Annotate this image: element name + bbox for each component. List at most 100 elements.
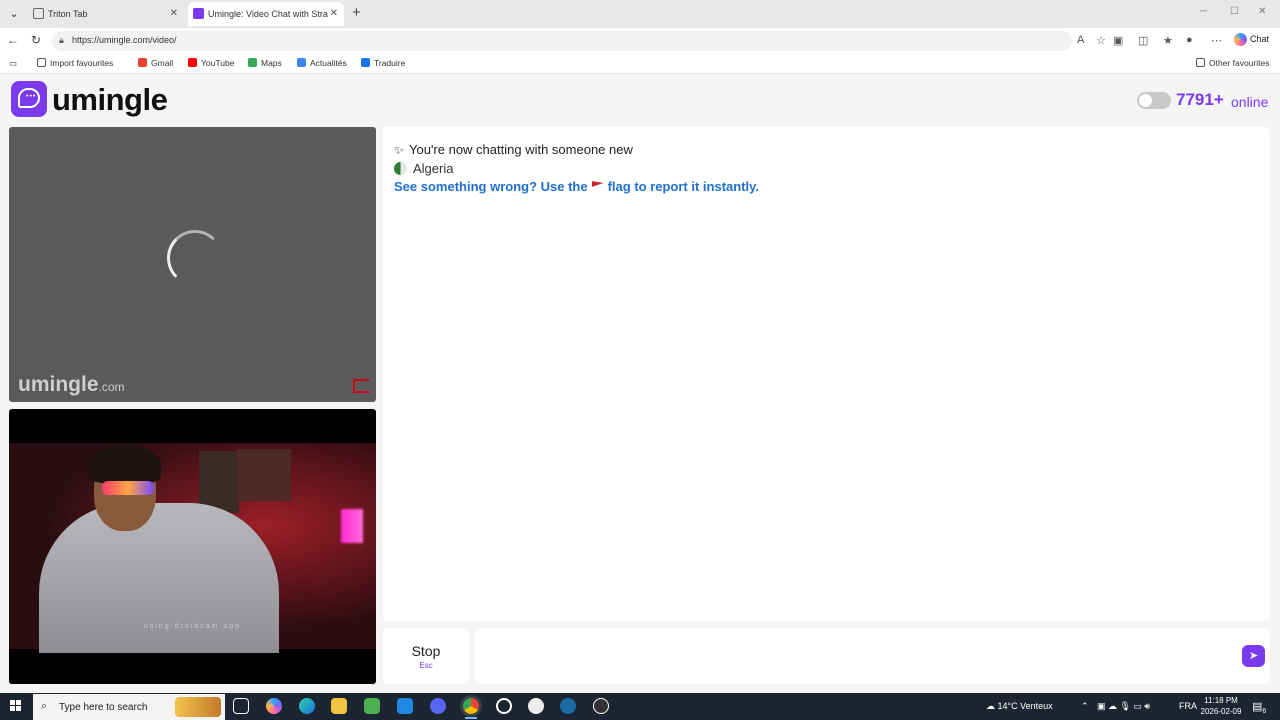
- close-icon[interactable]: ✕: [170, 2, 178, 26]
- message-text: See something wrong? Use the: [394, 179, 588, 194]
- stop-button-label: Stop: [411, 643, 441, 659]
- system-message-report: See something wrong? Use the flag to repo…: [394, 179, 759, 194]
- stop-button[interactable]: Stop Esc: [383, 628, 469, 684]
- report-flag-icon[interactable]: [353, 379, 369, 393]
- address-bar[interactable]: 🔒︎ https://umingle.com/video/: [52, 31, 1072, 51]
- tab-page-icon: [33, 8, 44, 19]
- copilot-taskbar-icon[interactable]: [266, 698, 282, 714]
- bookmarks-bar: ▭ Import favourites Gmail YouTube Maps A…: [0, 54, 1280, 74]
- windows-start-icon[interactable]: [10, 700, 22, 712]
- notification-count: 6: [1262, 708, 1267, 716]
- neon-lamp: [341, 509, 363, 543]
- taskbar-clock[interactable]: 11:18 PM 2026-02-09: [1198, 695, 1244, 717]
- close-icon[interactable]: ✕: [330, 2, 338, 26]
- site-logo-text[interactable]: umingle: [52, 82, 168, 118]
- favorite-star-icon[interactable]: ☆: [1096, 34, 1106, 47]
- tab-triton[interactable]: Triton Tab ✕: [28, 2, 184, 26]
- send-icon[interactable]: ➤: [1242, 645, 1265, 667]
- other-favourites[interactable]: Other favourites: [1196, 58, 1269, 68]
- tab-label: Umingle: Video Chat with Stra: [208, 9, 328, 19]
- algeria-flag-icon: [394, 162, 407, 175]
- lock-icon: 🔒︎: [59, 35, 64, 45]
- tab-bar: ⌄ Triton Tab ✕ Umingle: Video Chat with …: [0, 0, 1280, 28]
- chat-bubble-icon: •••: [18, 88, 40, 108]
- mail-icon[interactable]: [397, 698, 413, 714]
- split-screen-icon[interactable]: ◫: [1138, 34, 1148, 47]
- maximize-icon[interactable]: ☐: [1230, 6, 1239, 17]
- copilot-chat-button[interactable]: Chat: [1234, 33, 1269, 46]
- copilot-icon: [1234, 33, 1247, 46]
- bookmark-gmail[interactable]: Gmail: [138, 58, 173, 68]
- wall-poster: [237, 449, 291, 501]
- taskbar-search-box[interactable]: ⌕ Type here to search: [33, 694, 225, 720]
- country-name: Algeria: [413, 161, 454, 176]
- minimize-icon[interactable]: ─: [1200, 6, 1207, 17]
- bookmark-label: Traduire: [374, 58, 406, 68]
- message-text: flag to report it instantly.: [607, 179, 760, 194]
- more-menu-icon[interactable]: ⋯: [1211, 34, 1222, 47]
- notification-center-icon[interactable]: ▤6: [1252, 700, 1266, 715]
- message-input[interactable]: [475, 628, 1270, 684]
- app-icon[interactable]: [593, 698, 609, 714]
- file-explorer-icon[interactable]: [331, 698, 347, 714]
- clock-time: 11:18 PM: [1204, 696, 1238, 705]
- sunglasses: [102, 481, 154, 495]
- profile-icon[interactable]: ●: [1186, 34, 1193, 46]
- bookmark-maps[interactable]: Maps: [248, 58, 282, 68]
- discord-icon[interactable]: [430, 698, 446, 714]
- video-watermark: umingle.com: [18, 373, 125, 397]
- self-video: using droidcam app: [9, 409, 376, 684]
- language-indicator[interactable]: FRA: [1179, 701, 1197, 711]
- tab-umingle[interactable]: Umingle: Video Chat with Stra ✕: [188, 2, 344, 26]
- toggle-knob: [1139, 94, 1152, 107]
- new-tab-icon[interactable]: +: [352, 4, 361, 21]
- clock-date: 2026-02-09: [1200, 707, 1242, 716]
- weather-text: 14°C Venteux: [997, 701, 1053, 711]
- umingle-logo-icon[interactable]: •••: [11, 81, 47, 117]
- windows-taskbar: ⌕ Type here to search ☁︎ 14°C Venteux ⌃ …: [0, 693, 1280, 720]
- bookmark-actualites[interactable]: Actualités: [297, 58, 347, 68]
- online-count: 7791+: [1176, 90, 1224, 109]
- edge-icon[interactable]: [299, 698, 315, 714]
- stranger-video: umingle.com: [9, 127, 376, 402]
- task-view-icon[interactable]: [233, 698, 249, 714]
- obs-icon[interactable]: [528, 698, 544, 714]
- tab-actions-icon[interactable]: ⌄: [6, 6, 22, 22]
- tab-label: Triton Tab: [48, 9, 88, 19]
- favorites-icon[interactable]: ★: [1163, 34, 1173, 47]
- refresh-icon[interactable]: ↻: [31, 33, 41, 47]
- watermark-text: umingle: [18, 373, 99, 396]
- tray-expand-icon[interactable]: ⌃: [1081, 701, 1089, 712]
- chrome-icon[interactable]: [463, 698, 479, 714]
- bookmark-youtube[interactable]: YouTube: [188, 58, 234, 68]
- tray-icons[interactable]: ▣ ☁ 🎙︎ ▭ 🔊︎: [1097, 701, 1150, 712]
- person-body: [39, 503, 279, 653]
- bookmark-import-favourites[interactable]: Import favourites: [37, 58, 113, 68]
- translate-icon: [361, 58, 370, 67]
- store-icon[interactable]: [364, 698, 380, 714]
- dots-icon: •••: [26, 93, 37, 100]
- window-close-icon[interactable]: ✕: [1258, 6, 1266, 17]
- weather-widget[interactable]: ☁︎ 14°C Venteux: [986, 701, 1053, 712]
- bookmark-label: YouTube: [201, 58, 235, 68]
- browser-toolbar: ← ↻ 🔒︎ https://umingle.com/video/ A ☆ ▣ …: [0, 28, 1280, 54]
- person-hair: [89, 445, 161, 483]
- url-text: https://umingle.com/video/: [72, 35, 177, 45]
- bookmark-traduire[interactable]: Traduire: [361, 58, 405, 68]
- system-message-country: Algeria: [394, 161, 453, 176]
- steam-icon[interactable]: [560, 698, 576, 714]
- read-aloud-icon[interactable]: A: [1077, 34, 1084, 46]
- bookmarks-menu-icon[interactable]: ▭: [9, 58, 17, 69]
- bookmark-label: Maps: [261, 58, 282, 68]
- extension-icon[interactable]: ▣: [1113, 34, 1123, 47]
- app-icon[interactable]: [496, 698, 512, 714]
- system-message-new-chat: ✨︎ You're now chatting with someone new: [394, 142, 633, 158]
- back-icon[interactable]: ←: [7, 33, 19, 47]
- maps-icon: [248, 58, 257, 67]
- theme-toggle[interactable]: [1137, 92, 1171, 109]
- gmail-icon: [138, 58, 147, 67]
- import-icon: [37, 58, 46, 67]
- other-favourites-label: Other favourites: [1209, 58, 1270, 68]
- chat-button-label: Chat: [1250, 33, 1270, 44]
- news-icon: [297, 58, 306, 67]
